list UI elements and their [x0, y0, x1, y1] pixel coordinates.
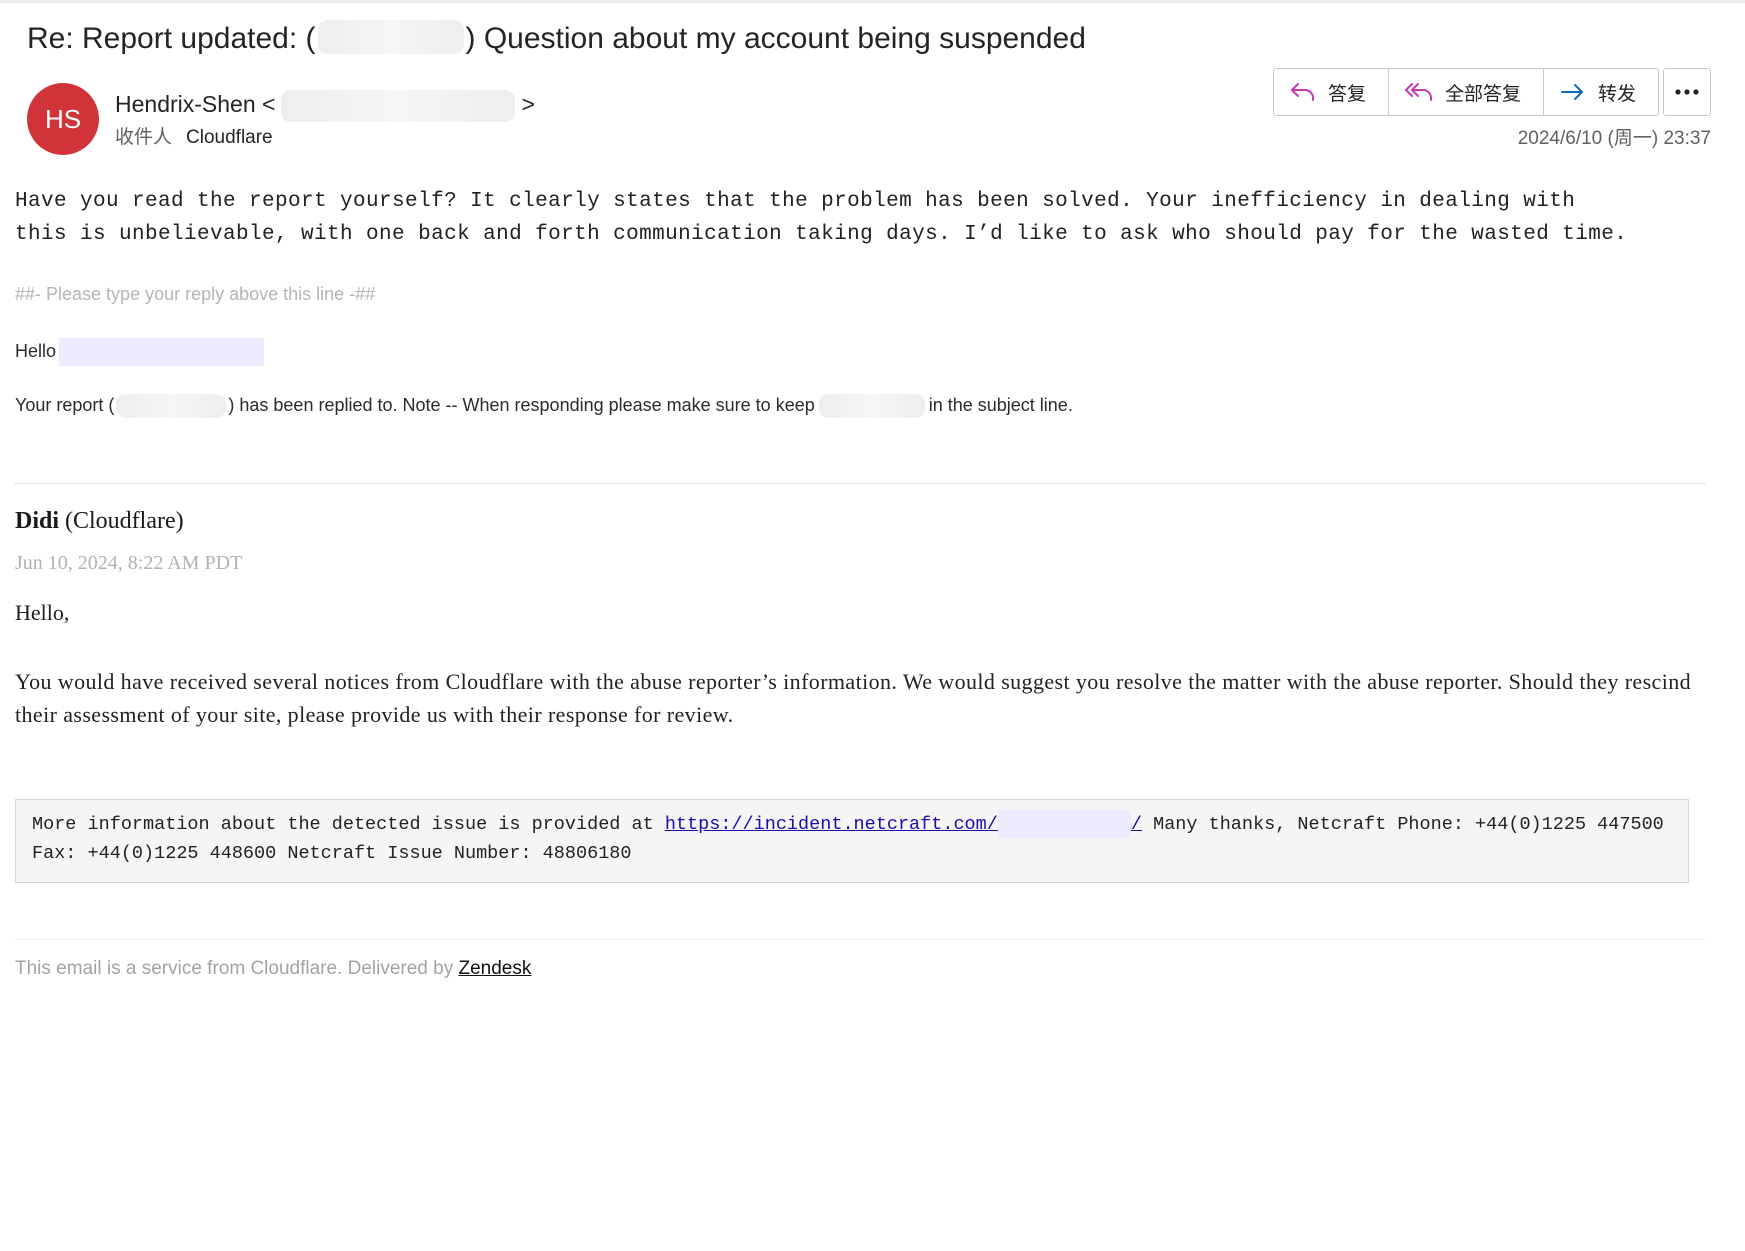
netcraft-link-end: /	[1130, 814, 1142, 835]
reply-button[interactable]: 答复	[1274, 69, 1390, 115]
info-prefix: More information about the detected issu…	[32, 814, 665, 835]
greeting-text: Hello	[15, 340, 57, 361]
reply-marker: ##- Please type your reply above this li…	[15, 284, 376, 304]
reply-all-icon	[1405, 81, 1433, 103]
netcraft-info-box: More information about the detected issu…	[15, 799, 1689, 883]
redacted-report-id	[317, 20, 464, 55]
agent-date: Jun 10, 2024, 8:22 AM PDT	[15, 552, 243, 574]
zendesk-link[interactable]: Zendesk	[459, 958, 532, 979]
top-border	[0, 0, 1745, 3]
greeting: Hello	[15, 338, 265, 366]
message-actions: 答复 全部答复 转发	[1273, 68, 1660, 116]
avatar-initials: HS	[44, 103, 82, 134]
recipient-line: 收件人 Cloudflare	[115, 122, 273, 149]
more-horizontal-icon	[1674, 83, 1700, 101]
received-date: 2024/6/10 (周一) 23:37	[1517, 128, 1711, 149]
reply-icon	[1290, 81, 1316, 103]
report-notice-suffix: in the subject line.	[928, 394, 1073, 415]
netcraft-link-text: https://incident.netcraft.com/	[664, 814, 998, 835]
footer-divider	[15, 939, 1705, 940]
report-notice-prefix: Your report (	[15, 394, 115, 415]
reply-label: 答复	[1328, 83, 1367, 105]
subject-prefix: Re: Report updated: (	[27, 22, 316, 55]
info-line2: Fax: +44(0)1225 448600 Netcraft Issue Nu…	[32, 843, 632, 864]
reply-all-label: 全部答复	[1445, 83, 1522, 105]
redacted-name	[59, 338, 265, 366]
quoted-body: You would have received several notices …	[15, 669, 1692, 727]
email-subject: Re: Report updated: ( ) Question about my…	[27, 20, 1086, 57]
redacted-sender-email	[281, 90, 516, 122]
agent-org: (Cloudflare)	[65, 508, 184, 534]
forward-label: 转发	[1598, 83, 1637, 105]
report-notice-middle: ) has been replied to. Note -- When resp…	[228, 394, 815, 415]
email-footer: This email is a service from Cloudflare.…	[15, 958, 531, 980]
forward-button[interactable]: 转发	[1544, 69, 1658, 115]
netcraft-link[interactable]: https://incident.netcraft.com/ /	[664, 810, 1142, 838]
sender-bracket-close: >	[521, 91, 535, 118]
agent-line: Didi (Cloudflare)	[15, 508, 184, 535]
divider	[15, 483, 1705, 484]
report-notice: Your report ( ) has been replied to. Note…	[15, 394, 1073, 418]
subject-suffix: ) Question about my account being suspen…	[465, 22, 1086, 55]
forward-icon	[1560, 81, 1586, 103]
agent-name: Didi	[15, 508, 60, 534]
more-actions-button[interactable]	[1663, 68, 1711, 116]
to-label: 收件人	[115, 127, 173, 148]
sender-avatar[interactable]: HS	[27, 83, 99, 155]
sender-line: Hendrix-Shen < >	[115, 90, 535, 122]
info-rest: Many thanks, Netcraft Phone: +44(0)1225 …	[1141, 814, 1664, 835]
recipient-name[interactable]: Cloudflare	[186, 127, 273, 148]
footer-text: This email is a service from Cloudflare.…	[15, 958, 459, 979]
sender-bracket-open: <	[262, 91, 276, 118]
redacted-report-id	[116, 394, 227, 418]
redacted-link-path	[997, 810, 1131, 838]
quoted-greeting: Hello,	[15, 600, 70, 625]
reply-body: Have you read the report yourself? It cl…	[15, 190, 1628, 246]
redacted-report-id	[818, 394, 925, 418]
sender-name[interactable]: Hendrix-Shen	[115, 91, 256, 117]
reply-all-button[interactable]: 全部答复	[1389, 69, 1545, 115]
